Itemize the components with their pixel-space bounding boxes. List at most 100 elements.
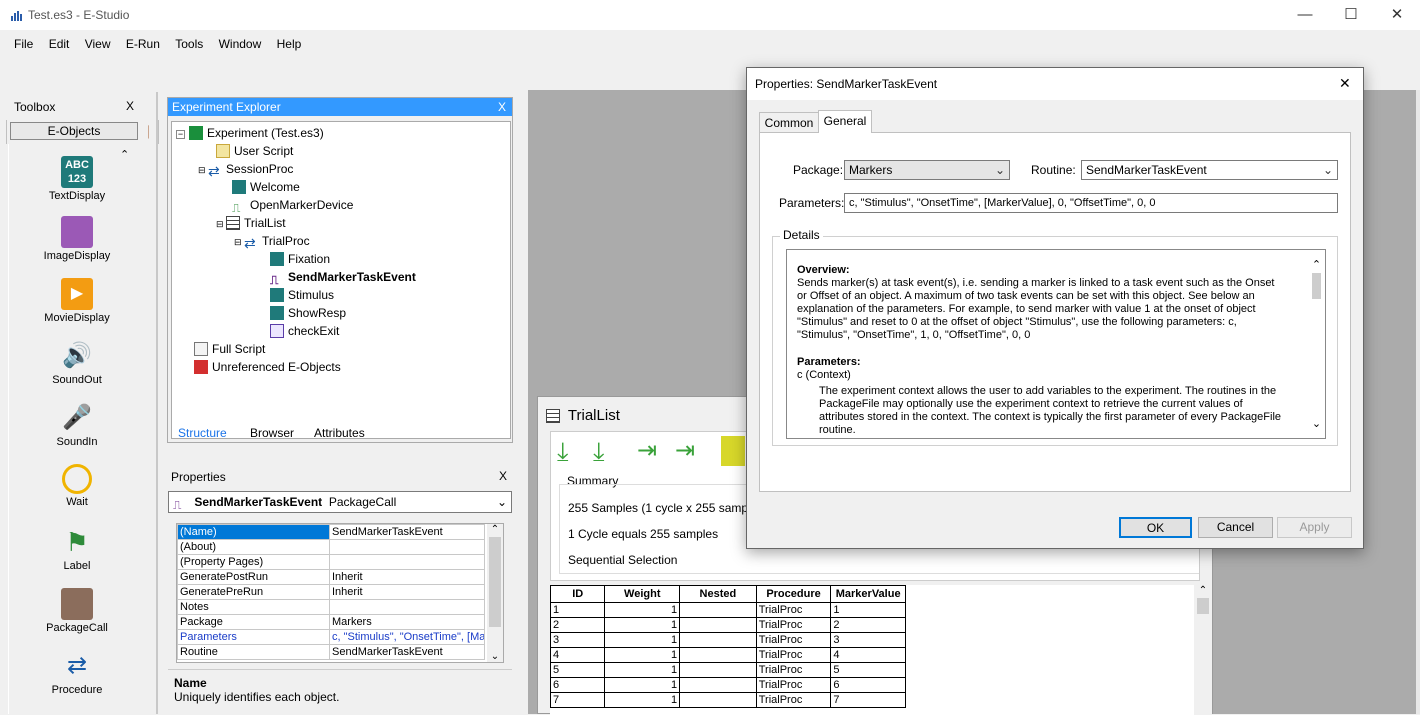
property-row[interactable]: Routine SendMarkerTaskEvent xyxy=(177,644,485,660)
toolbox-close-button[interactable]: X xyxy=(126,99,134,113)
table-cell[interactable]: 1 xyxy=(549,602,606,618)
toolbox-item-label[interactable]: ⚑ Label xyxy=(9,526,145,572)
menu-erun[interactable]: E-Run xyxy=(126,34,160,54)
tab-general[interactable]: General xyxy=(818,110,872,133)
details-text-box[interactable]: Overview: Sends marker(s) at task event(… xyxy=(786,249,1326,439)
tree-node-unreferenced[interactable]: Unreferenced E-Objects xyxy=(194,358,341,376)
toolbox-item-textdisplay[interactable]: ABC 123 TextDisplay xyxy=(9,156,145,202)
table-cell[interactable] xyxy=(679,692,757,708)
table-cell[interactable] xyxy=(679,617,757,633)
add-level-icon[interactable]: ⤓ xyxy=(557,436,587,466)
table-row[interactable]: 2 1 TrialProc 2 xyxy=(549,617,906,633)
property-value[interactable]: Inherit xyxy=(329,584,485,600)
menu-tools[interactable]: Tools xyxy=(175,34,203,54)
table-cell[interactable]: TrialProc xyxy=(755,677,832,693)
dialog-close-button[interactable]: ✕ xyxy=(1339,75,1351,92)
table-cell[interactable]: 1 xyxy=(604,617,681,633)
toolbox-item-moviedisplay[interactable]: ▶ MovieDisplay xyxy=(9,278,145,324)
tree-node-experiment[interactable]: − Experiment (Test.es3) xyxy=(176,124,324,142)
toolbox-group-eobjects[interactable]: E-Objects xyxy=(10,122,138,140)
table-cell[interactable]: TrialProc xyxy=(755,602,832,618)
ok-button[interactable]: OK xyxy=(1119,517,1192,538)
table-cell[interactable] xyxy=(679,602,757,618)
routine-select[interactable]: SendMarkerTaskEvent ⌄ xyxy=(1081,160,1338,180)
toolbox-item-soundout[interactable]: 🔊 SoundOut xyxy=(9,340,145,386)
table-cell[interactable]: 1 xyxy=(604,602,681,618)
table-row[interactable]: 7 1 TrialProc 7 xyxy=(549,692,906,708)
toolbox-item-soundin[interactable]: 🎤 SoundIn xyxy=(9,402,145,448)
table-cell[interactable]: 1 xyxy=(830,602,906,618)
table-cell[interactable] xyxy=(679,677,757,693)
tree-node-triallist[interactable]: ⊟ TrialList xyxy=(216,214,286,232)
table-cell[interactable] xyxy=(679,662,757,678)
tab-structure[interactable]: Structure xyxy=(178,426,227,440)
tree-node-trialproc[interactable]: ⊟ ⇄ TrialProc xyxy=(234,232,310,250)
column-header[interactable]: ID xyxy=(549,585,606,603)
table-cell[interactable]: 6 xyxy=(830,677,906,693)
column-header[interactable]: MarkerValue xyxy=(830,585,906,603)
table-cell[interactable]: 4 xyxy=(830,647,906,663)
property-row[interactable]: (Property Pages) xyxy=(177,554,485,570)
properties-close-button[interactable]: X xyxy=(499,469,507,483)
table-cell[interactable]: 1 xyxy=(604,677,681,693)
property-value[interactable] xyxy=(329,539,485,555)
tree-node-showresp[interactable]: ShowResp xyxy=(270,304,346,322)
table-cell[interactable]: 7 xyxy=(830,692,906,708)
table-row[interactable]: 3 1 TrialProc 3 xyxy=(549,632,906,648)
tree-node-fullscript[interactable]: Full Script xyxy=(194,340,265,358)
tab-browser[interactable]: Browser xyxy=(250,426,294,440)
parameters-input[interactable]: c, "Stimulus", "OnsetTime", [MarkerValue… xyxy=(844,193,1338,213)
menu-help[interactable]: Help xyxy=(277,34,302,54)
grid-scrollbar[interactable]: ⌃ xyxy=(1194,585,1212,715)
property-value[interactable] xyxy=(329,599,485,615)
object-selector[interactable]: ⎍ SendMarkerTaskEvent PackageCall ⌄ xyxy=(168,491,512,513)
table-cell[interactable]: 1 xyxy=(604,632,681,648)
property-row[interactable]: Package Markers xyxy=(177,614,485,630)
table-cell[interactable] xyxy=(679,647,757,663)
add-attribute-icon[interactable]: ⇥ xyxy=(637,436,667,466)
tab-attributes[interactable]: Attributes xyxy=(314,426,365,440)
add-multiple-attributes-icon[interactable]: ⇥ xyxy=(675,436,705,466)
table-cell[interactable]: TrialProc xyxy=(755,617,832,633)
table-cell[interactable]: 5 xyxy=(830,662,906,678)
property-value[interactable]: SendMarkerTaskEvent xyxy=(329,524,485,540)
table-cell[interactable]: 2 xyxy=(549,617,606,633)
table-cell[interactable]: 6 xyxy=(549,677,606,693)
tree-node-userscript[interactable]: User Script xyxy=(216,142,293,160)
package-select[interactable]: Markers ⌄ xyxy=(844,160,1010,180)
minimize-button[interactable]: — xyxy=(1282,2,1328,28)
table-cell[interactable]: 1 xyxy=(604,662,681,678)
table-cell[interactable]: 2 xyxy=(830,617,906,633)
toolbox-item-imagedisplay[interactable]: ImageDisplay xyxy=(9,216,145,262)
table-cell[interactable]: TrialProc xyxy=(755,647,832,663)
cancel-button[interactable]: Cancel xyxy=(1198,517,1273,538)
property-row[interactable]: GeneratePostRun Inherit xyxy=(177,569,485,585)
toolbox-item-wait[interactable]: Wait xyxy=(9,464,145,508)
table-cell[interactable]: 4 xyxy=(549,647,606,663)
table-cell[interactable]: 3 xyxy=(830,632,906,648)
column-header[interactable]: Procedure xyxy=(755,585,832,603)
property-row[interactable]: Notes xyxy=(177,599,485,615)
table-cell[interactable]: 1 xyxy=(604,647,681,663)
table-cell[interactable]: TrialProc xyxy=(755,632,832,648)
toolbox-item-procedure[interactable]: ⇄ Procedure xyxy=(9,650,145,696)
table-cell[interactable]: 1 xyxy=(604,692,681,708)
column-header[interactable]: Nested xyxy=(679,585,757,603)
tree-node-welcome[interactable]: Welcome xyxy=(232,178,300,196)
tree-node-openmarkerdevice[interactable]: ⎍ OpenMarkerDevice xyxy=(232,196,353,215)
details-scrollbar[interactable]: ⌃ ⌄ xyxy=(1308,250,1325,438)
property-row[interactable]: Parameters c, "Stimulus", "OnsetTime", [M… xyxy=(177,629,485,645)
close-button[interactable]: ✕ xyxy=(1374,2,1420,28)
property-value[interactable]: Inherit xyxy=(329,569,485,585)
maximize-button[interactable]: ☐ xyxy=(1328,2,1374,28)
property-row[interactable]: (About) xyxy=(177,539,485,555)
table-row[interactable]: 1 1 TrialProc 1 xyxy=(549,602,906,618)
table-cell[interactable]: 3 xyxy=(549,632,606,648)
property-value[interactable]: Markers xyxy=(329,614,485,630)
table-row[interactable]: 6 1 TrialProc 6 xyxy=(549,677,906,693)
explorer-close-button[interactable]: X xyxy=(498,98,506,116)
table-row[interactable]: 5 1 TrialProc 5 xyxy=(549,662,906,678)
tree-node-sendmarkertaskevent[interactable]: ⎍ SendMarkerTaskEvent xyxy=(270,268,416,287)
menu-edit[interactable]: Edit xyxy=(49,34,70,54)
table-cell[interactable] xyxy=(679,632,757,648)
